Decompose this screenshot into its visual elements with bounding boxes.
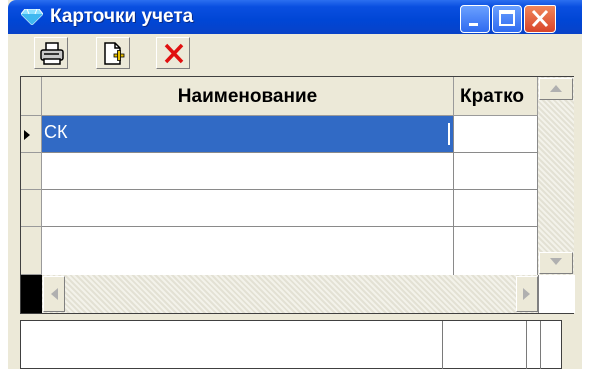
- grid-corner: [21, 275, 42, 313]
- scroll-corner: [538, 275, 575, 313]
- arrow-up-icon: [550, 85, 562, 92]
- diamond-icon: [21, 9, 43, 25]
- minimize-button[interactable]: [460, 5, 490, 33]
- red-x-icon: [164, 43, 184, 64]
- scroll-left-button[interactable]: [43, 276, 65, 312]
- close-button[interactable]: [524, 5, 556, 33]
- current-row-arrow-icon: [24, 130, 30, 140]
- scroll-down-button[interactable]: [539, 252, 573, 274]
- row-indicator[interactable]: [21, 153, 42, 190]
- title-bar[interactable]: Карточки учета: [8, 0, 590, 34]
- print-button[interactable]: [34, 37, 68, 69]
- maximize-icon: [499, 10, 515, 26]
- detail-cell[interactable]: [442, 321, 527, 369]
- arrow-right-icon: [523, 288, 530, 300]
- close-icon: [531, 9, 549, 28]
- row-indicator[interactable]: [21, 227, 42, 275]
- horizontal-scrollbar[interactable]: [42, 275, 538, 313]
- table-cell[interactable]: [454, 116, 538, 153]
- text-cursor: [448, 123, 450, 145]
- delete-button[interactable]: [156, 37, 190, 69]
- vertical-scrollbar[interactable]: [538, 77, 574, 275]
- window-title: Карточки учета: [50, 6, 194, 27]
- printer-icon: [40, 42, 64, 65]
- scroll-up-button[interactable]: [539, 78, 573, 100]
- detail-grid[interactable]: [20, 320, 562, 369]
- table-cell[interactable]: [42, 227, 454, 275]
- new-document-icon: [104, 42, 125, 65]
- data-grid[interactable]: Наименование Кратко СК: [20, 76, 575, 314]
- detail-cell[interactable]: [526, 321, 541, 369]
- row-indicator[interactable]: [21, 190, 42, 227]
- row-indicator[interactable]: [21, 116, 42, 153]
- maximize-button[interactable]: [492, 5, 522, 33]
- arrow-left-icon: [51, 288, 58, 300]
- minimize-icon: [469, 23, 478, 26]
- table-cell[interactable]: [454, 153, 538, 190]
- header-indicator-cell: [21, 77, 42, 116]
- table-cell[interactable]: СК: [42, 116, 454, 153]
- table-cell[interactable]: [42, 153, 454, 190]
- window: Карточки учета Наименование Кратко СК: [8, 0, 590, 369]
- toolbar: [8, 34, 590, 72]
- detail-cell[interactable]: [21, 321, 443, 369]
- scroll-right-button[interactable]: [516, 276, 538, 312]
- desktop-background: [582, 0, 590, 369]
- table-cell[interactable]: [454, 190, 538, 227]
- table-cell[interactable]: [454, 227, 538, 275]
- table-cell[interactable]: [42, 190, 454, 227]
- column-header-short[interactable]: Кратко: [454, 77, 538, 116]
- arrow-down-icon: [550, 258, 562, 265]
- new-record-button[interactable]: [96, 37, 130, 69]
- column-header-name[interactable]: Наименование: [42, 77, 454, 116]
